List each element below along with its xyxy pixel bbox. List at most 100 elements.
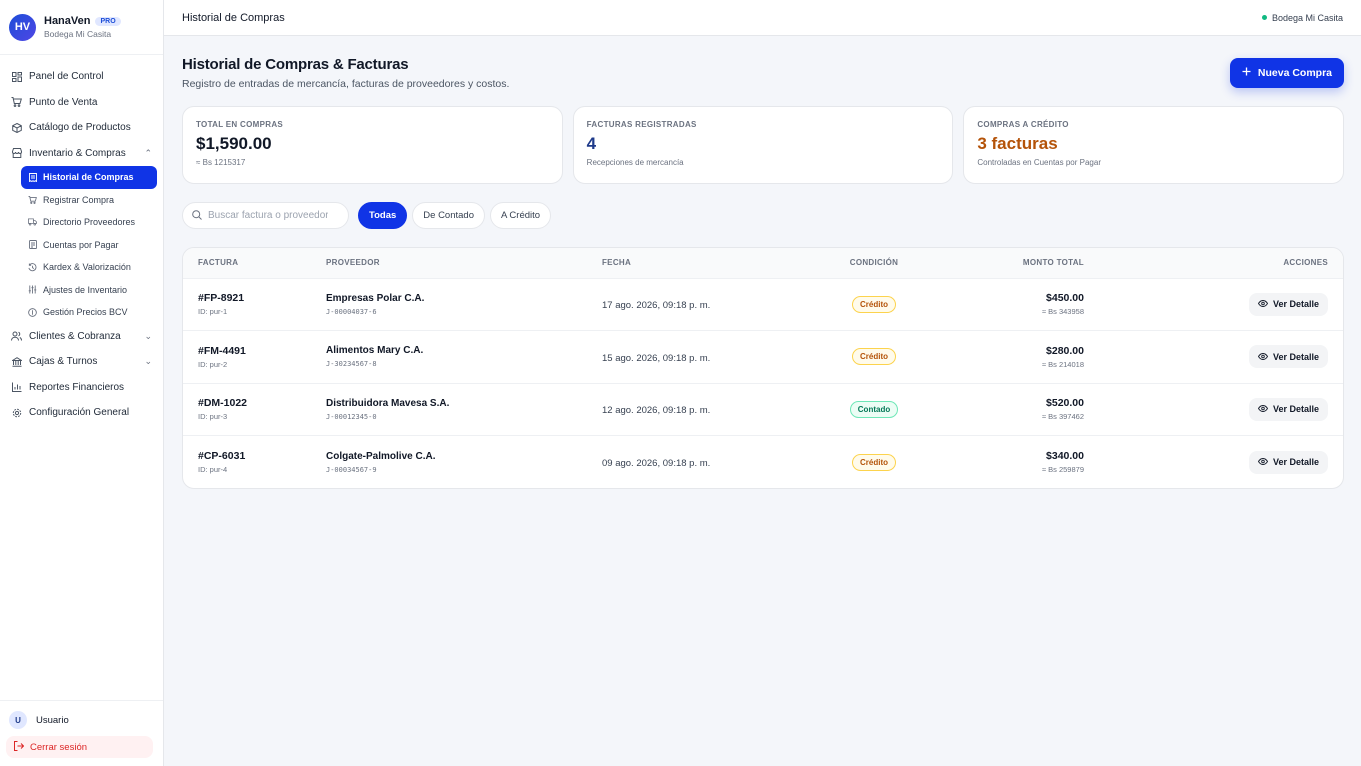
sidebar-item-ajustes-inventario[interactable]: Ajustes de Inventario — [21, 279, 157, 302]
chart-icon — [11, 382, 22, 393]
invoice-id: ID: pur-4 — [198, 465, 228, 474]
tab-todas[interactable]: Todas — [358, 202, 408, 229]
sidebar-item-directorio-proveedores[interactable]: Directorio Proveedores — [21, 211, 157, 234]
brand-logo: HV — [9, 13, 36, 41]
supplier-name: Empresas Polar C.A. — [326, 292, 425, 304]
sidebar-item-registrar-compra[interactable]: Registrar Compra — [21, 189, 157, 212]
document-icon — [28, 240, 37, 250]
column-header: CONDICIÓN — [814, 248, 934, 279]
column-header: FACTURA — [183, 248, 326, 279]
purchase-date: 17 ago. 2026, 09:18 p. m. — [602, 300, 711, 312]
topbar: Historial de Compras Bodega Mi Casita — [164, 0, 1361, 36]
table-row: #FP-8921 ID: pur-1 Empresas Polar C.A. J-0… — [183, 278, 1343, 331]
view-detail-button[interactable]: Ver Detalle — [1248, 450, 1328, 474]
tab-de-contado[interactable]: De Contado — [412, 202, 485, 229]
sidebar-item-cuentas-por-pagar[interactable]: Cuentas por Pagar — [21, 234, 157, 257]
card-note: ≈ Bs 1215317 — [196, 158, 246, 167]
sidebar-item-label: Cajas & Turnos — [29, 356, 98, 368]
page-content: Historial de Compras & Facturas Registro… — [164, 36, 1361, 489]
page-subtitle: Registro de entradas de mercancía, factu… — [182, 78, 510, 90]
sidebar-item-configuracion[interactable]: Configuración General — [6, 400, 157, 426]
sidebar-item-label: Clientes & Cobranza — [29, 330, 121, 342]
bank-icon — [11, 356, 22, 367]
card-note: Recepciones de mercancía — [586, 158, 684, 167]
new-purchase-button[interactable]: Nueva Compra — [1229, 58, 1344, 88]
view-detail-button[interactable]: Ver Detalle — [1248, 292, 1328, 316]
eye-icon — [1257, 299, 1268, 309]
status-dot-icon — [1261, 15, 1267, 20]
tab-a-credito[interactable]: A Crédito — [489, 202, 552, 229]
amount-usd: $450.00 — [1046, 292, 1084, 305]
search-input[interactable] — [208, 210, 328, 221]
topbar-title: Historial de Compras — [182, 11, 285, 24]
sidebar-item-catalogo[interactable]: Catálogo de Productos — [6, 115, 157, 141]
card-note: Controladas en Cuentas por Pagar — [977, 158, 1101, 167]
amount-bs: ≈ Bs 214018 — [1041, 359, 1084, 369]
column-header: PROVEEDOR — [326, 248, 602, 279]
eye-icon — [1257, 457, 1268, 467]
sidebar-item-reportes[interactable]: Reportes Financieros — [6, 375, 157, 401]
user-profile[interactable]: U Usuario — [6, 710, 157, 730]
invoice-number: #FP-8921 — [198, 292, 245, 305]
supplier-name: Colgate-Palmolive C.A. — [326, 450, 436, 462]
brand-header: HV HanaVen PRO Bodega Mi Casita — [0, 0, 163, 55]
card-label: FACTURAS REGISTRADAS — [586, 120, 697, 129]
sidebar-item-kardex[interactable]: Kardex & Valorización — [21, 256, 157, 279]
box-icon — [11, 122, 22, 133]
column-header: FECHA — [602, 248, 814, 279]
sidebar-item-inventario-compras[interactable]: Inventario & Compras ⌃ — [6, 141, 157, 167]
sidebar-item-clientes-cobranza[interactable]: Clientes & Cobranza ⌄ — [6, 324, 157, 350]
sidebar-subitem-label: Cuentas por Pagar — [43, 239, 119, 250]
status-badge: Crédito — [852, 453, 896, 471]
truck-icon — [28, 218, 37, 227]
supplier-name: Distribuidora Mavesa S.A. — [326, 397, 450, 409]
user-name: Usuario — [36, 714, 69, 726]
amount-usd: $280.00 — [1046, 344, 1084, 357]
table-header-row: FACTURA PROVEEDOR FECHA CONDICIÓN MONTO … — [183, 248, 1343, 279]
supplier-name: Alimentos Mary C.A. — [326, 345, 424, 357]
status-badge: Crédito — [852, 295, 896, 313]
sidebar-item-punto-de-venta[interactable]: Punto de Venta — [6, 90, 157, 116]
invoice-number: #FM-4491 — [198, 344, 246, 357]
sidebar-item-precios-bcv[interactable]: Gestión Precios BCV — [21, 301, 157, 324]
supplier-rif: J-30234567-8 — [326, 360, 377, 369]
sidebar-item-panel-de-control[interactable]: Panel de Control — [6, 64, 157, 90]
chevron-down-icon: ⌄ — [144, 356, 152, 367]
search-icon — [192, 209, 202, 223]
store-status: Bodega Mi Casita — [1261, 13, 1343, 23]
supplier-rif: J-00004037-6 — [326, 307, 377, 316]
sidebar-item-label: Reportes Financieros — [29, 381, 125, 393]
logout-button[interactable]: Cerrar sesión — [6, 736, 153, 758]
view-detail-label: Ver Detalle — [1272, 351, 1319, 362]
logout-label: Cerrar sesión — [30, 741, 88, 753]
cart-icon — [28, 195, 37, 204]
chevron-up-icon: ⌃ — [144, 147, 152, 158]
card-value: 4 — [586, 134, 597, 153]
invoice-id: ID: pur-1 — [198, 307, 228, 317]
sidebar-item-historial-compras[interactable]: Historial de Compras — [21, 166, 157, 189]
chevron-down-icon: ⌄ — [144, 330, 152, 341]
purchases-table-card: FACTURA PROVEEDOR FECHA CONDICIÓN MONTO … — [182, 247, 1344, 489]
sidebar-nav: Panel de Control Punto de Venta Catálogo… — [0, 55, 163, 700]
invoice-number: #DM-1022 — [198, 397, 248, 410]
column-header: MONTO TOTAL — [934, 248, 1084, 279]
sidebar-subitem-label: Ajustes de Inventario — [43, 284, 128, 295]
purchase-date: 15 ago. 2026, 09:18 p. m. — [602, 352, 711, 364]
supplier-rif: J-00012345-0 — [326, 412, 377, 421]
store-icon — [11, 148, 22, 159]
main-area: Historial de Compras Bodega Mi Casita Hi… — [164, 0, 1361, 766]
amount-bs: ≈ Bs 259879 — [1041, 465, 1084, 474]
table-row: #DM-1022 ID: pur-3 Distribuidora Mavesa S… — [183, 383, 1343, 436]
sidebar-subitem-label: Historial de Compras — [43, 172, 134, 183]
sidebar-item-cajas-turnos[interactable]: Cajas & Turnos ⌄ — [6, 349, 157, 375]
card-label: TOTAL EN COMPRAS — [196, 120, 284, 129]
view-detail-button[interactable]: Ver Detalle — [1248, 397, 1328, 421]
users-icon — [11, 331, 22, 342]
card-value: 3 facturas — [977, 134, 1058, 153]
filter-bar: Todas De Contado A Crédito — [182, 202, 1344, 229]
dashboard-icon — [11, 71, 22, 82]
view-detail-button[interactable]: Ver Detalle — [1248, 345, 1328, 369]
view-detail-label: Ver Detalle — [1272, 457, 1319, 467]
column-header: ACCIONES — [1084, 248, 1343, 279]
new-purchase-label: Nueva Compra — [1257, 67, 1332, 79]
